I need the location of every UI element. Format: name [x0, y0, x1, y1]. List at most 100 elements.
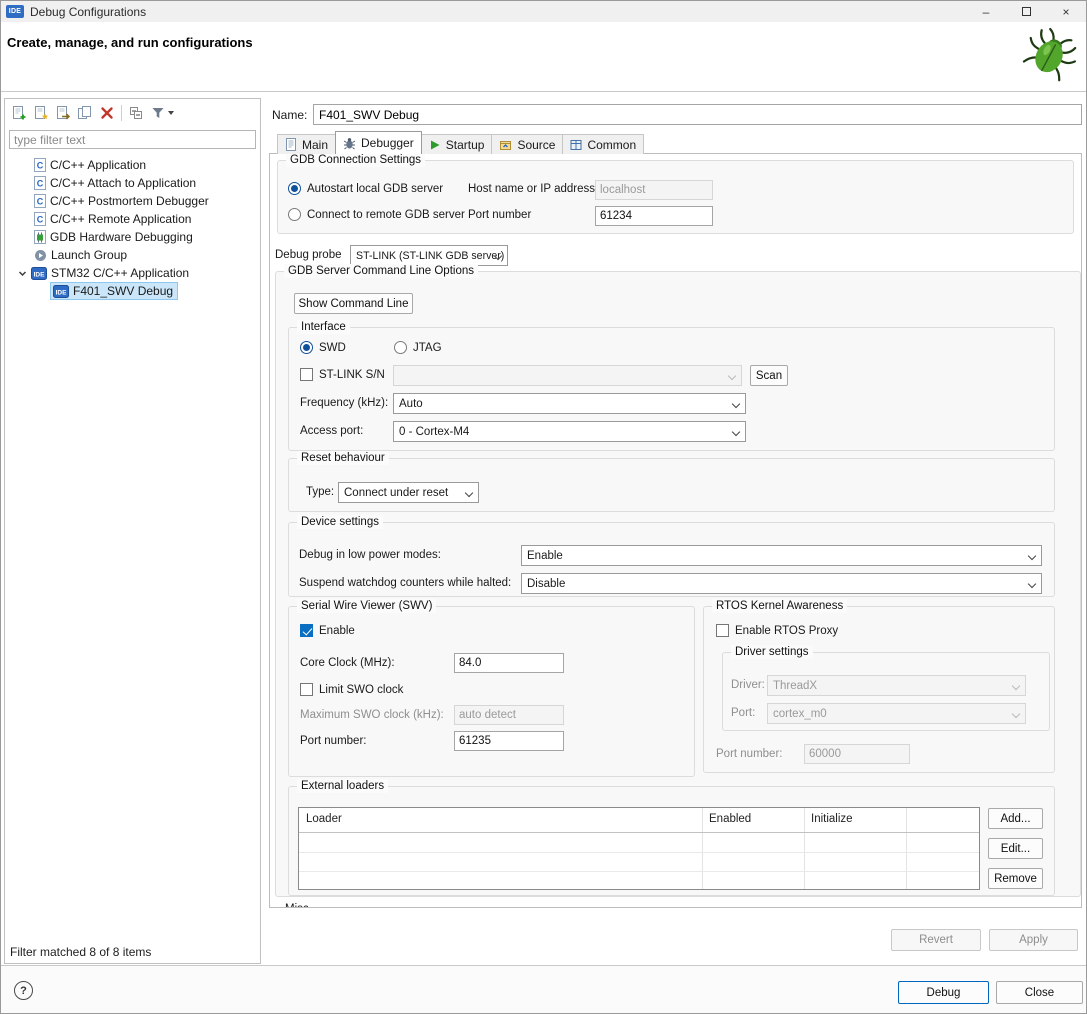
driver-label: Driver: [731, 679, 765, 691]
debug-probe-combo[interactable]: ST-LINK (ST-LINK GDB server) [350, 245, 508, 266]
maximize-button[interactable] [1006, 1, 1046, 22]
tree-item-cpp-remote[interactable]: C C/C++ Remote Application [5, 210, 260, 228]
remote-gdb-label[interactable]: Connect to remote GDB server [307, 209, 465, 221]
swd-radio[interactable] [300, 341, 313, 354]
limit-swo-label[interactable]: Limit SWO clock [319, 684, 403, 696]
column-header-enabled[interactable]: Enabled [709, 813, 751, 825]
remove-loader-button[interactable]: Remove [988, 868, 1043, 889]
add-loader-button[interactable]: Add... [988, 808, 1043, 829]
external-loaders-table[interactable]: Loader Enabled Initialize [298, 807, 980, 890]
tree-item-gdb-hardware[interactable]: GDB Hardware Debugging [5, 228, 260, 246]
stlink-serial-checkbox[interactable] [300, 368, 313, 381]
debug-button[interactable]: Debug [898, 981, 989, 1004]
tab-common[interactable]: Common [562, 134, 645, 154]
filter-menu-button[interactable] [147, 102, 177, 124]
tree-item-f401-swv-debug[interactable]: IDE F401_SWV Debug [5, 282, 260, 300]
jtag-label[interactable]: JTAG [413, 342, 442, 354]
group-label: RTOS Kernel Awareness [712, 599, 848, 613]
rtos-proxy-checkbox[interactable] [716, 624, 729, 637]
low-power-value: Enable [527, 549, 563, 562]
group-label: Serial Wire Viewer (SWV) [297, 599, 437, 613]
access-port-combo[interactable]: 0 - Cortex-M4 [393, 421, 746, 442]
access-port-label: Access port: [300, 425, 364, 437]
scan-button[interactable]: Scan [750, 365, 788, 386]
core-clock-input[interactable] [454, 653, 564, 673]
collapse-all-button[interactable] [125, 102, 147, 124]
tab-startup[interactable]: Startup [420, 134, 493, 154]
core-clock-label: Core Clock (MHz): [300, 657, 395, 669]
new-configuration-button[interactable] [8, 102, 30, 124]
tree-item-cpp-attach[interactable]: C C/C++ Attach to Application [5, 174, 260, 192]
revert-button[interactable]: Revert [891, 929, 981, 951]
gdb-server-options-group: GDB Server Command Line Options Show Com… [275, 264, 1081, 897]
autostart-gdb-radio[interactable] [288, 182, 301, 195]
driver-settings-group: Driver settings Driver: ThreadX Port: co… [722, 645, 1050, 731]
close-button[interactable]: × [1046, 1, 1086, 22]
port-number-input[interactable] [595, 206, 713, 226]
reset-type-combo[interactable]: Connect under reset [338, 482, 479, 503]
show-command-line-button[interactable]: Show Command Line [294, 293, 413, 314]
stlink-serial-label[interactable]: ST-LINK S/N [319, 369, 385, 381]
export-configurations-icon [57, 106, 71, 120]
filter-input[interactable] [9, 130, 256, 149]
tab-label: Main [302, 137, 329, 152]
tree-item-stm32-application[interactable]: IDE STM32 C/C++ Application [5, 264, 260, 282]
export-configurations-button[interactable] [52, 102, 74, 124]
limit-swo-checkbox[interactable] [300, 683, 313, 696]
chevron-down-icon [1027, 579, 1037, 589]
group-label: GDB Connection Settings [286, 154, 426, 167]
remote-gdb-radio[interactable] [288, 208, 301, 221]
window-title: Debug Configurations [30, 4, 147, 19]
tree-item-launch-group[interactable]: Launch Group [5, 246, 260, 264]
delete-button[interactable] [96, 102, 118, 124]
autostart-gdb-label[interactable]: Autostart local GDB server [307, 183, 443, 195]
max-swo-label: Maximum SWO clock (kHz): [300, 709, 444, 721]
selected-tree-item[interactable]: IDE F401_SWV Debug [50, 282, 179, 300]
chevron-expanded-icon[interactable] [18, 269, 27, 278]
swv-enable-checkbox[interactable] [300, 624, 313, 637]
name-input[interactable] [313, 104, 1082, 125]
rtos-port-number-input [804, 744, 910, 764]
device-settings-group: Device settings Debug in low power modes… [288, 515, 1055, 597]
low-power-combo[interactable]: Enable [521, 545, 1042, 566]
tree-item-cpp-postmortem[interactable]: C C/C++ Postmortem Debugger [5, 192, 260, 210]
swd-label[interactable]: SWD [319, 342, 346, 354]
duplicate-button[interactable] [74, 102, 96, 124]
frequency-label: Frequency (kHz): [300, 397, 389, 409]
reset-type-label: Type: [306, 486, 335, 498]
swv-port-label: Port number: [300, 735, 367, 747]
tab-main[interactable]: Main [277, 134, 337, 154]
help-button[interactable]: ? [14, 981, 33, 1000]
tree-item-label: F401_SWV Debug [73, 284, 174, 298]
watchdog-combo[interactable]: Disable [521, 573, 1042, 594]
tab-source[interactable]: Source [491, 134, 564, 154]
frequency-combo[interactable]: Auto [393, 393, 746, 414]
column-header-initialize[interactable]: Initialize [811, 813, 853, 825]
row-divider [299, 871, 979, 872]
rtos-port-label: Port: [731, 707, 756, 719]
apply-button[interactable]: Apply [989, 929, 1078, 951]
rtos-proxy-label[interactable]: Enable RTOS Proxy [735, 625, 838, 637]
delete-icon [101, 107, 113, 119]
tab-label: Source [517, 137, 556, 152]
minimize-button[interactable]: – [966, 1, 1006, 22]
tree-item-cpp-application[interactable]: C C/C++ Application [5, 156, 260, 174]
external-loaders-group: External loaders Loader Enabled Initiali… [288, 779, 1055, 896]
maximize-icon [1021, 7, 1031, 16]
rtos-port-number-label: Port number: [716, 748, 783, 760]
close-dialog-button[interactable]: Close [996, 981, 1083, 1004]
tab-debugger[interactable]: Debugger [335, 131, 422, 154]
c-application-icon: C [34, 158, 46, 172]
group-label: Reset behaviour [297, 451, 389, 465]
edit-loader-button[interactable]: Edit... [988, 838, 1043, 859]
swv-port-input[interactable] [454, 731, 564, 751]
jtag-radio[interactable] [394, 341, 407, 354]
column-header-loader[interactable]: Loader [306, 813, 342, 825]
swv-enable-label[interactable]: Enable [319, 625, 355, 637]
swv-group: Serial Wire Viewer (SWV) Enable Core Clo… [288, 599, 695, 777]
chevron-down-icon [1011, 681, 1021, 691]
toolbar-separator [121, 105, 122, 121]
new-prototype-button[interactable] [30, 102, 52, 124]
config-tabs: Main Debugger Startup Source Common [277, 131, 645, 154]
app-icon: IDE [6, 5, 24, 18]
